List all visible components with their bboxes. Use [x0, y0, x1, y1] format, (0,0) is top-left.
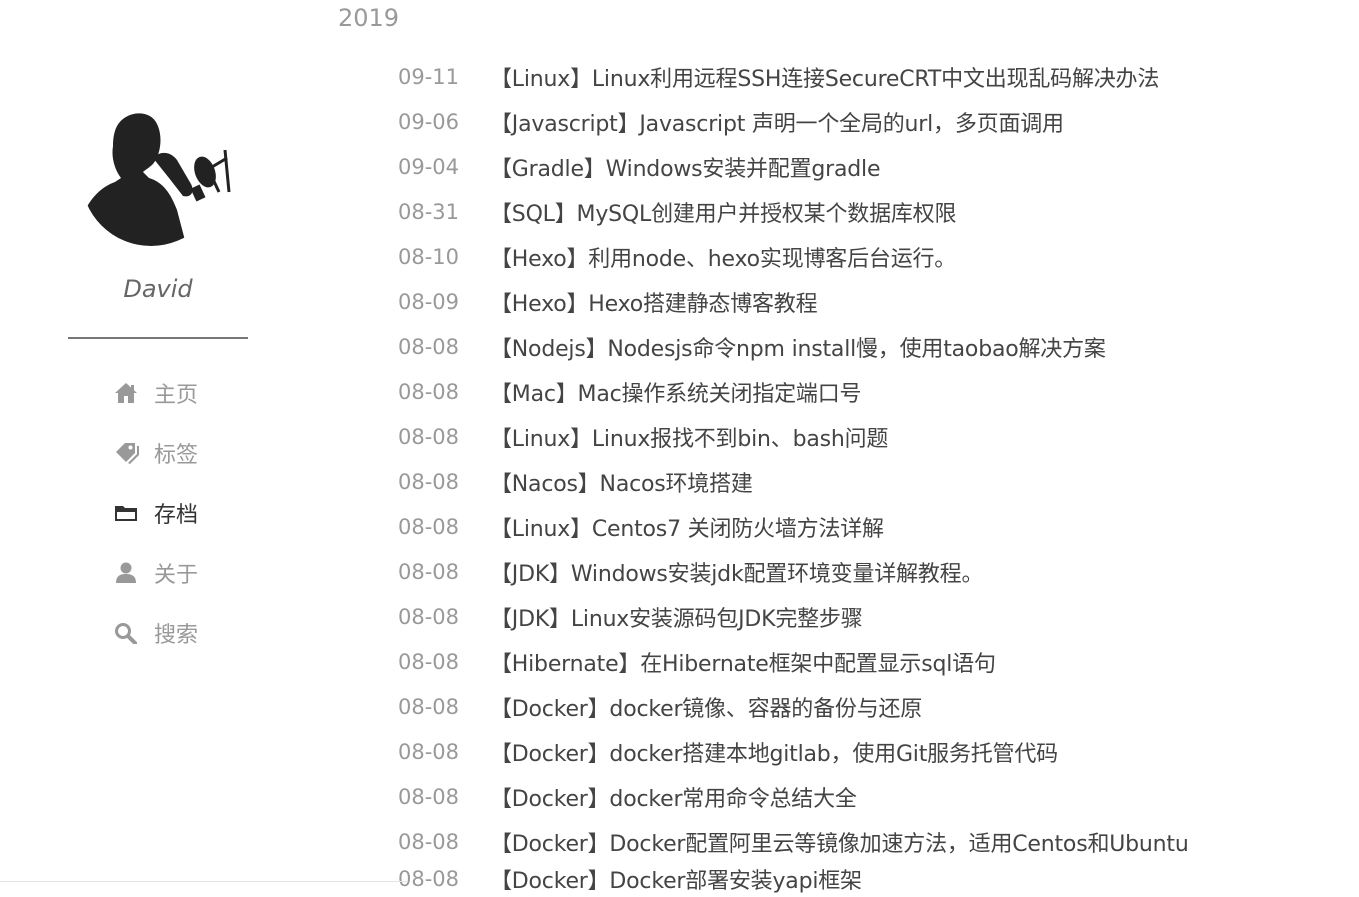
post-item[interactable]: 09-04 【Gradle】Windows安装并配置gradle — [398, 149, 880, 185]
post-date: 08-08 — [398, 785, 460, 809]
post-date: 09-04 — [398, 155, 460, 179]
post-item[interactable]: 08-08 【Docker】Docker部署安装yapi框架 — [398, 861, 862, 897]
post-item[interactable]: 08-08 【Docker】docker常用命令总结大全 — [398, 779, 857, 815]
post-title-link[interactable]: 【JDK】Linux安装源码包JDK完整步骤 — [490, 601, 863, 633]
post-title-link[interactable]: 【Gradle】Windows安装并配置gradle — [490, 151, 880, 183]
post-item[interactable]: 08-08 【Linux】Linux报找不到bin、bash问题 — [398, 419, 888, 455]
post-title-link[interactable]: 【Docker】Docker配置阿里云等镜像加速方法，适用Centos和Ubun… — [490, 826, 1189, 858]
post-date: 08-08 — [398, 425, 460, 449]
post-date: 08-08 — [398, 650, 460, 674]
post-title-link[interactable]: 【Linux】Linux报找不到bin、bash问题 — [490, 421, 888, 453]
post-title-link[interactable]: 【Docker】docker常用命令总结大全 — [490, 781, 857, 813]
post-date: 08-08 — [398, 830, 460, 854]
post-date: 08-08 — [398, 380, 460, 404]
post-item[interactable]: 09-11 【Linux】Linux利用远程SSH连接SecureCRT中文出现乱… — [398, 59, 1159, 95]
post-date: 09-06 — [398, 110, 460, 134]
post-date: 08-10 — [398, 245, 460, 269]
post-item[interactable]: 08-08 【Docker】docker镜像、容器的备份与还原 — [398, 689, 922, 725]
post-item[interactable]: 08-08 【Docker】Docker配置阿里云等镜像加速方法，适用Centos… — [398, 824, 1189, 860]
post-item[interactable]: 08-08 【Nodejs】Nodesjs命令npm install慢，使用tao… — [398, 329, 1106, 365]
post-title-link[interactable]: 【Mac】Mac操作系统关闭指定端口号 — [490, 376, 862, 408]
post-item[interactable]: 09-06 【Javascript】Javascript 声明一个全局的url，多… — [398, 104, 1064, 140]
post-item[interactable]: 08-09 【Hexo】Hexo搭建静态博客教程 — [398, 284, 818, 320]
post-item[interactable]: 08-08 【Mac】Mac操作系统关闭指定端口号 — [398, 374, 862, 410]
post-title-link[interactable]: 【Nodejs】Nodesjs命令npm install慢，使用taobao解决… — [490, 331, 1106, 363]
footer-divider — [0, 881, 408, 882]
post-title-link[interactable]: 【Linux】Centos7 关闭防火墙方法详解 — [490, 511, 884, 543]
post-title-link[interactable]: 【Linux】Linux利用远程SSH连接SecureCRT中文出现乱码解决办法 — [490, 61, 1159, 93]
post-item[interactable]: 08-08 【JDK】Linux安装源码包JDK完整步骤 — [398, 599, 863, 635]
post-date: 08-08 — [398, 515, 460, 539]
post-item[interactable]: 08-08 【Hibernate】在Hibernate框架中配置显示sql语句 — [398, 644, 996, 680]
post-date: 08-31 — [398, 200, 460, 224]
post-title-link[interactable]: 【Hexo】利用node、hexo实现博客后台运行。 — [490, 241, 956, 273]
archive-post-list: 09-11 【Linux】Linux利用远程SSH连接SecureCRT中文出现乱… — [0, 0, 1359, 897]
blog-archive-page: David 主页 标签 存档 关于 搜索 2019 09-11 【Linux】L… — [0, 0, 1359, 897]
post-title-link[interactable]: 【Docker】Docker部署安装yapi框架 — [490, 863, 862, 895]
post-item[interactable]: 08-08 【Linux】Centos7 关闭防火墙方法详解 — [398, 509, 884, 545]
post-date: 09-11 — [398, 65, 460, 89]
post-date: 08-09 — [398, 290, 460, 314]
post-title-link[interactable]: 【Hibernate】在Hibernate框架中配置显示sql语句 — [490, 646, 996, 678]
post-title-link[interactable]: 【SQL】MySQL创建用户并授权某个数据库权限 — [490, 196, 956, 228]
post-title-link[interactable]: 【Docker】docker搭建本地gitlab，使用Git服务托管代码 — [490, 736, 1058, 768]
post-date: 08-08 — [398, 740, 460, 764]
post-date: 08-08 — [398, 605, 460, 629]
post-title-link[interactable]: 【Javascript】Javascript 声明一个全局的url，多页面调用 — [490, 106, 1064, 138]
post-date: 08-08 — [398, 867, 460, 891]
post-item[interactable]: 08-31 【SQL】MySQL创建用户并授权某个数据库权限 — [398, 194, 956, 230]
post-date: 08-08 — [398, 470, 460, 494]
post-item[interactable]: 08-08 【Docker】docker搭建本地gitlab，使用Git服务托管代… — [398, 734, 1058, 770]
post-item[interactable]: 08-08 【JDK】Windows安装jdk配置环境变量详解教程。 — [398, 554, 983, 590]
post-title-link[interactable]: 【Nacos】Nacos环境搭建 — [490, 466, 753, 498]
post-date: 08-08 — [398, 335, 460, 359]
post-date: 08-08 — [398, 695, 460, 719]
post-title-link[interactable]: 【JDK】Windows安装jdk配置环境变量详解教程。 — [490, 556, 983, 588]
post-title-link[interactable]: 【Hexo】Hexo搭建静态博客教程 — [490, 286, 818, 318]
post-date: 08-08 — [398, 560, 460, 584]
post-title-link[interactable]: 【Docker】docker镜像、容器的备份与还原 — [490, 691, 922, 723]
post-item[interactable]: 08-10 【Hexo】利用node、hexo实现博客后台运行。 — [398, 239, 956, 275]
post-item[interactable]: 08-08 【Nacos】Nacos环境搭建 — [398, 464, 753, 500]
